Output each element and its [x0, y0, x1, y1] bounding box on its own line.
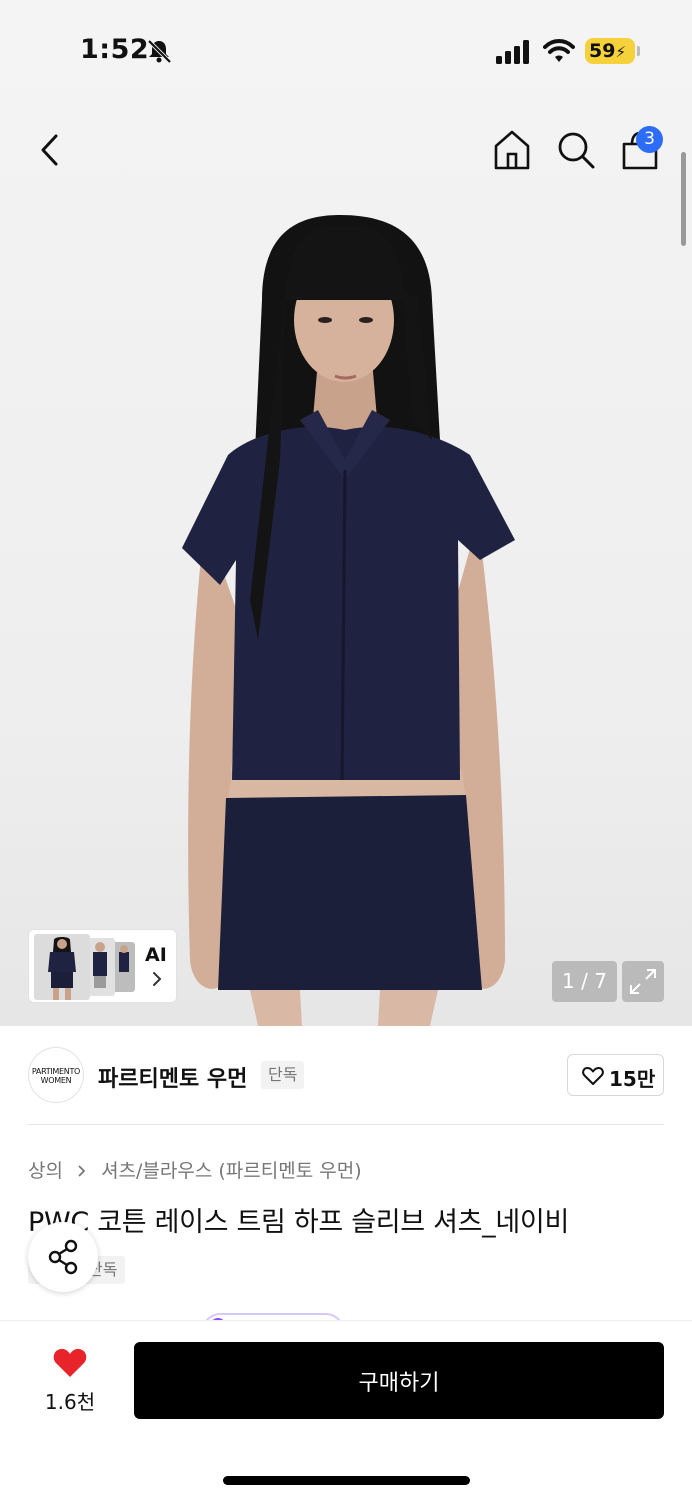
brand-logo-line-1: PARTIMENTO — [31, 1067, 81, 1076]
wishlist-count: 1.6천 — [44, 1390, 96, 1414]
search-icon[interactable] — [555, 128, 597, 172]
scroll-indicator — [681, 152, 686, 246]
back-arrow-icon[interactable] — [30, 128, 70, 172]
battery-cap — [637, 46, 640, 56]
brand-name[interactable]: 파르티멘토 우먼 — [98, 1061, 247, 1093]
heart-outline-icon — [582, 1067, 604, 1085]
cellular-signal-icon — [496, 40, 529, 64]
battery-level: 59 — [589, 40, 616, 62]
brand-exclusive-tag: 단독 — [261, 1061, 305, 1089]
home-icon[interactable] — [492, 128, 532, 172]
chevron-right-icon — [78, 1165, 86, 1177]
cart-count-badge: 3 — [636, 126, 663, 153]
breadcrumb-category[interactable]: 상의 — [28, 1160, 63, 1182]
ai-label: AI — [145, 944, 167, 966]
thumbnail-2 — [87, 938, 115, 996]
heart-filled-icon[interactable] — [52, 1346, 88, 1379]
status-time: 1:52 — [80, 34, 150, 65]
wifi-icon — [543, 39, 575, 62]
charging-icon: ⚡ — [615, 43, 626, 61]
status-bar: 1:52 59⚡ — [0, 0, 692, 100]
divider — [28, 1124, 664, 1125]
brand-like-count: 15만 — [609, 1067, 656, 1091]
expand-icon[interactable] — [622, 961, 664, 1002]
battery-indicator: 59⚡ — [585, 38, 635, 64]
image-counter: 1 / 7 — [552, 961, 617, 1002]
share-button[interactable] — [28, 1222, 98, 1292]
breadcrumb-subcategory[interactable]: 셔츠/블라우스 (파르티멘토 우먼) — [101, 1160, 362, 1182]
ai-thumbnail-preview[interactable]: AI — [28, 929, 177, 1003]
bell-muted-icon — [147, 39, 172, 64]
breadcrumb: 상의 셔츠/블라우스 (파르티멘토 우먼) — [28, 1156, 362, 1183]
brand-logo[interactable]: PARTIMENTO WOMEN — [28, 1047, 84, 1103]
home-indicator — [223, 1476, 470, 1485]
thumbnail-1 — [34, 934, 90, 1000]
buy-button[interactable]: 구매하기 — [134, 1342, 664, 1419]
share-icon — [48, 1239, 78, 1275]
brand-like-button[interactable]: 15만 — [567, 1054, 664, 1096]
brand-logo-line-2: WOMEN — [40, 1076, 72, 1085]
product-title: PWC 코튼 레이스 트림 하프 슬리브 셔츠_네이비 — [28, 1207, 570, 1238]
chevron-right-icon — [153, 972, 162, 986]
